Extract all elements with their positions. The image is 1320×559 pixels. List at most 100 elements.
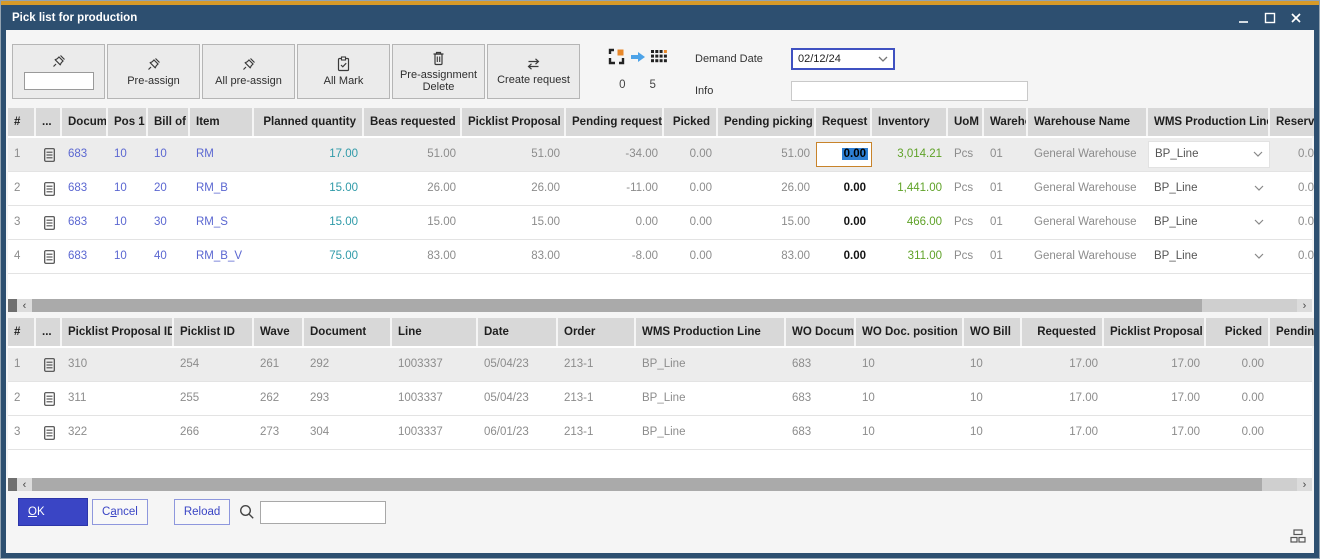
- t1-col-pending-picking[interactable]: Pending picking: [718, 108, 816, 136]
- document-link[interactable]: 683: [62, 206, 108, 239]
- bill-link[interactable]: 20: [148, 172, 190, 205]
- t2-col-menu[interactable]: ...: [36, 318, 62, 346]
- t2-col-num[interactable]: #: [8, 318, 36, 346]
- request-value[interactable]: 0.00: [816, 240, 872, 273]
- row-menu-icon[interactable]: [36, 138, 62, 171]
- t2-col-picked[interactable]: Picked: [1206, 318, 1270, 346]
- search-input[interactable]: [260, 501, 386, 524]
- document-link[interactable]: 683: [62, 138, 108, 171]
- table-row[interactable]: 3 683 10 30 RM_S 15.00 15.00 15.00 0.00 …: [8, 206, 1312, 240]
- scroll-right-icon[interactable]: ›: [1297, 299, 1312, 312]
- row-menu-icon[interactable]: [36, 172, 62, 205]
- cancel-button[interactable]: Cancel: [92, 499, 148, 525]
- request-value[interactable]: 0.00: [816, 206, 872, 239]
- t1-col-document[interactable]: Docume: [62, 108, 108, 136]
- request-value[interactable]: 0.00: [816, 172, 872, 205]
- t2-col-wave[interactable]: Wave: [254, 318, 304, 346]
- t1-col-planned[interactable]: Planned quantity: [254, 108, 364, 136]
- scrollbar-knob[interactable]: [8, 299, 17, 312]
- table-row[interactable]: 3 322 266 273 304 1003337 06/01/23 213-1…: [8, 416, 1312, 450]
- t2-col-wo-document[interactable]: WO Docum: [786, 318, 856, 346]
- t2-col-wo-bill[interactable]: WO Bill: [964, 318, 1022, 346]
- pre-assignment-delete-button[interactable]: Pre-assignment Delete: [392, 44, 485, 99]
- t2-col-picklist-id[interactable]: Picklist ID: [174, 318, 254, 346]
- t1-col-picked[interactable]: Picked: [664, 108, 718, 136]
- t1-col-pos[interactable]: Pos 1: [108, 108, 148, 136]
- item-link[interactable]: RM_S: [190, 206, 254, 239]
- wms-production-line-select[interactable]: BP_Line: [1148, 172, 1270, 205]
- table1-horizontal-scrollbar[interactable]: ‹ ›: [8, 299, 1312, 312]
- t2-col-proposal[interactable]: Picklist Proposal: [1104, 318, 1206, 346]
- pos-link[interactable]: 10: [108, 206, 148, 239]
- t1-col-reserved[interactable]: Reserved: [1270, 108, 1314, 136]
- t1-col-wms-line[interactable]: WMS Production Line: [1148, 108, 1270, 136]
- maximize-icon[interactable]: [1264, 12, 1276, 24]
- t1-col-menu[interactable]: ...: [36, 108, 62, 136]
- titlebar[interactable]: Pick list for production: [6, 5, 1314, 30]
- t2-col-pending[interactable]: Pending: [1270, 318, 1314, 346]
- bill-link[interactable]: 10: [148, 138, 190, 171]
- t2-col-line[interactable]: Line: [392, 318, 478, 346]
- create-request-button[interactable]: Create request: [487, 44, 580, 99]
- request-input[interactable]: 0.00: [816, 142, 872, 167]
- bill-link[interactable]: 40: [148, 240, 190, 273]
- t2-col-requested[interactable]: Requested: [1022, 318, 1104, 346]
- t1-col-request[interactable]: Request: [816, 108, 872, 136]
- scroll-left-icon[interactable]: ‹: [17, 299, 32, 312]
- t2-col-wms-line[interactable]: WMS Production Line: [636, 318, 786, 346]
- ok-button[interactable]: OK: [18, 498, 88, 526]
- table-row[interactable]: 1 310 254 261 292 1003337 05/04/23 213-1…: [8, 348, 1312, 382]
- t1-col-pending-request[interactable]: Pending request: [566, 108, 664, 136]
- row-menu-icon[interactable]: [36, 382, 62, 415]
- scroll-left-icon[interactable]: ‹: [17, 478, 32, 491]
- t1-col-beas[interactable]: Beas requested: [364, 108, 462, 136]
- scroll-right-icon[interactable]: ›: [1297, 478, 1312, 491]
- pre-assign-button[interactable]: Pre-assign: [107, 44, 200, 99]
- all-mark-button[interactable]: All Mark: [297, 44, 390, 99]
- row-menu-icon[interactable]: [36, 348, 62, 381]
- t1-col-inventory[interactable]: Inventory: [872, 108, 948, 136]
- scrollbar-knob[interactable]: [8, 478, 17, 491]
- table2-horizontal-scrollbar[interactable]: ‹ ›: [8, 478, 1312, 491]
- table-row[interactable]: 2 683 10 20 RM_B 15.00 26.00 26.00 -11.0…: [8, 172, 1312, 206]
- close-icon[interactable]: [1290, 12, 1302, 24]
- t2-col-document[interactable]: Document: [304, 318, 392, 346]
- item-link[interactable]: RM: [190, 138, 254, 171]
- t1-col-uom[interactable]: UoM: [948, 108, 984, 136]
- row-menu-icon[interactable]: [36, 416, 62, 449]
- scrollbar-track[interactable]: [1202, 299, 1297, 312]
- bill-link[interactable]: 30: [148, 206, 190, 239]
- table-row[interactable]: 4 683 10 40 RM_B_V 75.00 83.00 83.00 -8.…: [8, 240, 1312, 274]
- t1-col-warehouse-name[interactable]: Warehouse Name: [1028, 108, 1148, 136]
- table-row[interactable]: 2 311 255 262 293 1003337 05/04/23 213-1…: [8, 382, 1312, 416]
- pos-link[interactable]: 10: [108, 240, 148, 273]
- t1-col-num[interactable]: #: [8, 108, 36, 136]
- pin-with-input-button[interactable]: [12, 44, 105, 99]
- t2-col-wo-position[interactable]: WO Doc. position: [856, 318, 964, 346]
- info-input[interactable]: [791, 81, 1028, 101]
- pin-quantity-input[interactable]: [24, 72, 94, 90]
- item-link[interactable]: RM_B: [190, 172, 254, 205]
- t1-col-warehouse[interactable]: Warehous: [984, 108, 1028, 136]
- t1-col-bill[interactable]: Bill of I: [148, 108, 190, 136]
- item-link[interactable]: RM_B_V: [190, 240, 254, 273]
- t2-col-date[interactable]: Date: [478, 318, 558, 346]
- reload-button[interactable]: Reload: [174, 499, 230, 525]
- scrollbar-track[interactable]: [1262, 478, 1297, 491]
- minimize-icon[interactable]: [1238, 12, 1250, 24]
- t2-col-order[interactable]: Order: [558, 318, 636, 346]
- t1-col-item[interactable]: Item: [190, 108, 254, 136]
- pos-link[interactable]: 10: [108, 172, 148, 205]
- wms-production-line-select[interactable]: BP_Line: [1148, 240, 1270, 273]
- demand-date-select[interactable]: 02/12/24: [791, 48, 895, 70]
- row-menu-icon[interactable]: [36, 206, 62, 239]
- row-menu-icon[interactable]: [36, 240, 62, 273]
- pos-link[interactable]: 10: [108, 138, 148, 171]
- wms-production-line-select[interactable]: BP_Line: [1148, 141, 1270, 168]
- table-row[interactable]: 1 683 10 10 RM 17.00 51.00 51.00 -34.00 …: [8, 138, 1312, 172]
- document-link[interactable]: 683: [62, 240, 108, 273]
- scrollbar-thumb[interactable]: [32, 478, 1262, 491]
- wms-production-line-select[interactable]: BP_Line: [1148, 206, 1270, 239]
- t1-col-proposal[interactable]: Picklist Proposal: [462, 108, 566, 136]
- t2-col-proposal-id[interactable]: Picklist Proposal ID: [62, 318, 174, 346]
